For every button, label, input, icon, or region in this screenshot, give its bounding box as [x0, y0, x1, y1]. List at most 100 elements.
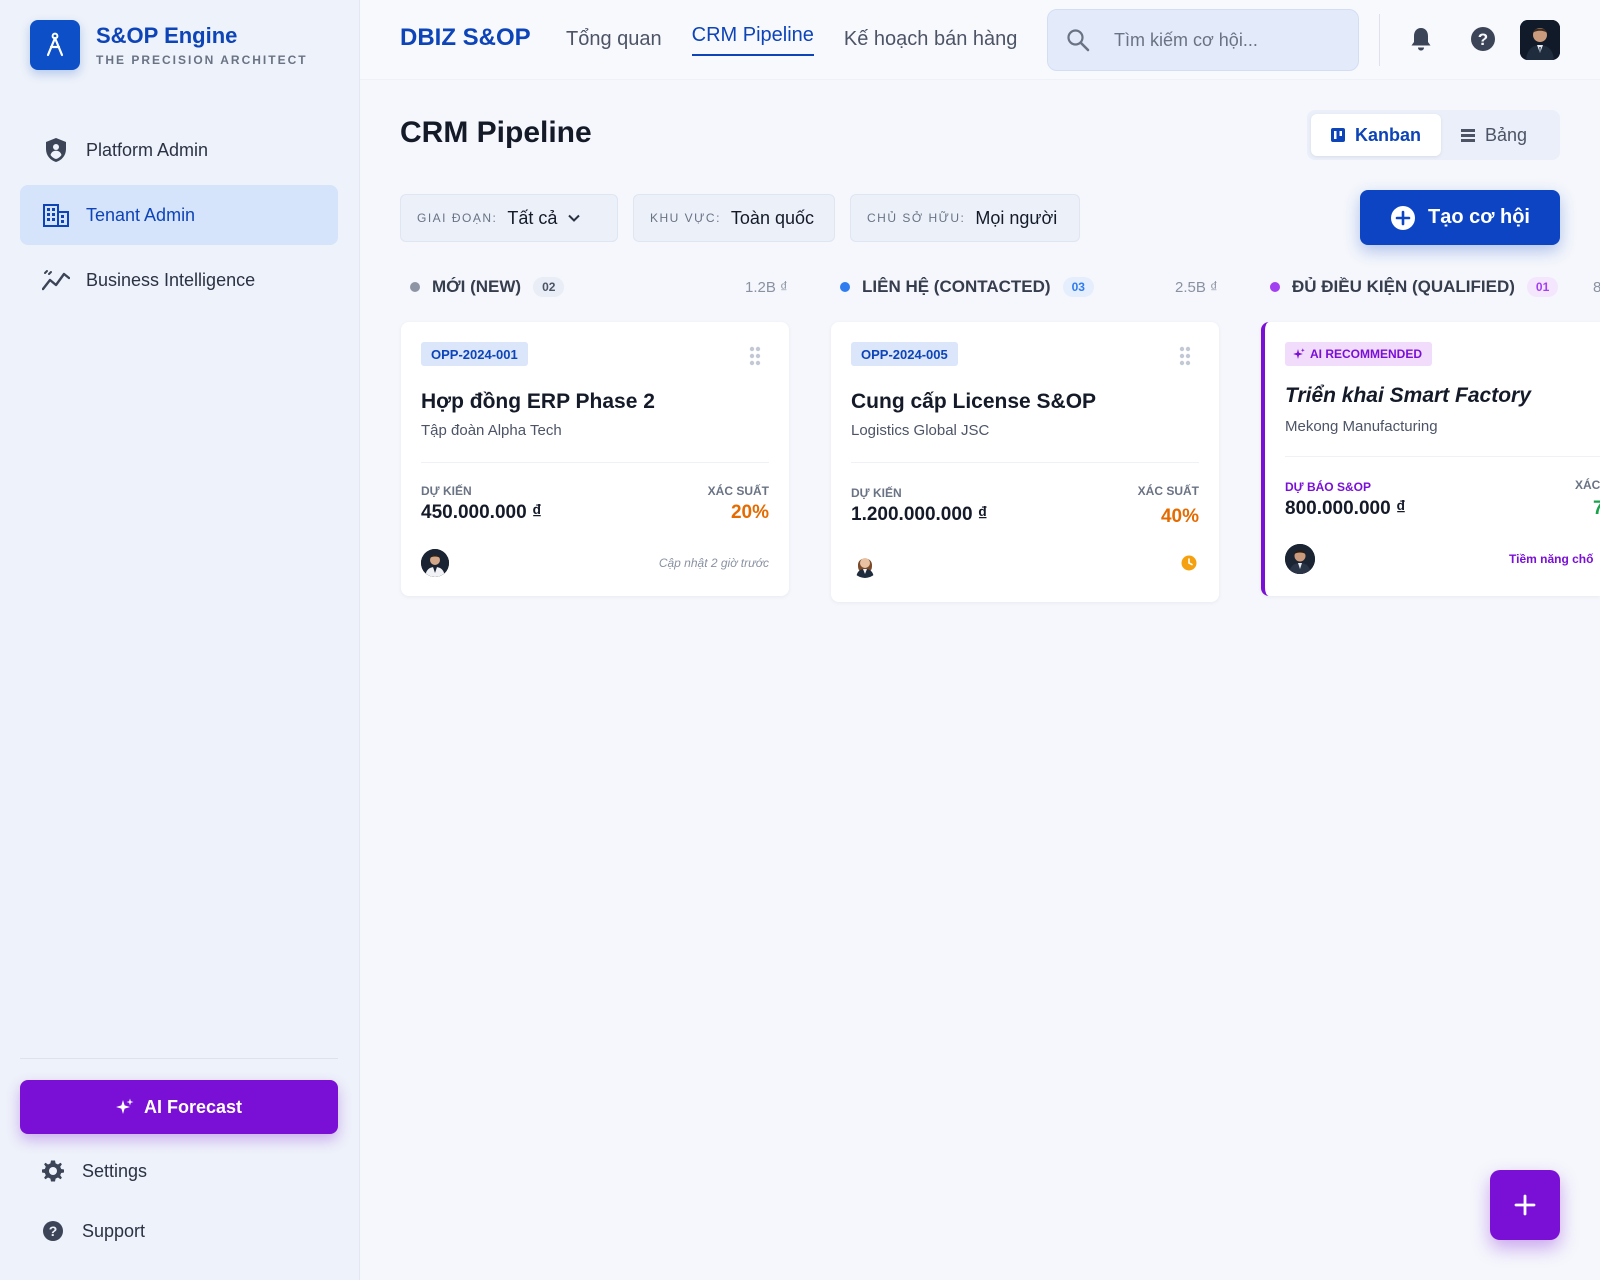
filter-stage[interactable]: GIAI ĐOẠN: Tất cả — [400, 194, 618, 242]
company-name: Mekong Manufacturing — [1285, 418, 1438, 435]
probability-label: XÁC SUẤT — [1137, 484, 1199, 498]
owner-avatar — [851, 550, 879, 578]
column-header-qualified: ĐỦ ĐIỀU KIỆN (QUALIFIED) 01 — [1270, 272, 1559, 302]
status-dot — [840, 282, 850, 292]
kanban-label: Kanban — [1355, 124, 1422, 145]
company-name: Logistics Global JSC — [851, 422, 990, 439]
potential-note: Tiềm năng chố — [1509, 552, 1594, 566]
card-divider — [1285, 456, 1600, 457]
brand-subtitle: THE PRECISION ARCHITECT — [96, 53, 308, 67]
opportunity-title: Cung cấp License S&OP — [851, 390, 1097, 413]
brand[interactable]: S&OP Engine THE PRECISION ARCHITECT — [30, 20, 308, 70]
column-header-contacted: LIÊN HỆ (CONTACTED) 03 — [840, 272, 1094, 302]
sidebar-item-business-intelligence[interactable]: Business Intelligence — [20, 250, 338, 310]
sidebar: S&OP Engine THE PRECISION ARCHITECT Plat… — [0, 0, 360, 1280]
probability-label: XÁC SUẤT — [707, 484, 769, 498]
filter-region-label: KHU VỰC: — [650, 211, 721, 225]
sparkle-icon — [115, 1098, 134, 1116]
clock-icon — [1181, 555, 1197, 571]
filter-region-value: Toàn quốc — [730, 207, 814, 228]
building-icon — [42, 201, 70, 229]
column-total: 2.5B ₫ — [1175, 279, 1218, 296]
ai-forecast-button[interactable]: AI Forecast — [20, 1080, 338, 1134]
tab-overview[interactable]: Tổng quan — [566, 0, 662, 80]
support-label: Support — [82, 1220, 146, 1241]
amount-label: DỰ KIẾN — [851, 486, 902, 500]
opportunity-card-ai[interactable]: AI RECOMMENDED Triển khai Smart Factory … — [1261, 322, 1600, 596]
sidebar-item-tenant-admin[interactable]: Tenant Admin — [20, 185, 338, 245]
opportunity-title: Triển khai Smart Factory — [1285, 384, 1531, 407]
help-icon[interactable]: ? — [1470, 26, 1496, 52]
probability-value: 40% — [1160, 506, 1199, 527]
column-title: ĐỦ ĐIỀU KIỆN (QUALIFIED) — [1292, 277, 1515, 296]
column-header-new: MỚI (NEW) 02 — [410, 272, 565, 302]
filter-owner[interactable]: CHỦ SỞ HỮU: Mọi người — [850, 194, 1080, 242]
ai-recommended-badge: AI RECOMMENDED — [1285, 342, 1433, 366]
kanban-view-button[interactable]: Kanban — [1311, 114, 1442, 156]
help-circle-icon: ? — [40, 1218, 66, 1244]
ai-forecast-label: AI Forecast — [143, 1096, 243, 1117]
filter-region[interactable]: KHU VỰC: Toàn quốc — [633, 194, 835, 242]
create-opportunity-button[interactable]: Tạo cơ hội — [1360, 190, 1560, 245]
card-divider — [421, 462, 769, 463]
brand-title: S&OP Engine — [96, 23, 238, 48]
probability-label: XÁC — [1575, 478, 1600, 492]
column-title: MỚI (NEW) — [432, 277, 522, 296]
kanban-icon — [1331, 128, 1345, 142]
filter-owner-label: CHỦ SỞ HỮU: — [867, 211, 966, 225]
search-box — [1047, 9, 1359, 71]
top-divider — [1379, 14, 1380, 66]
opportunity-id-tag: OPP-2024-005 — [851, 342, 958, 366]
column-total: 1.2B ₫ — [745, 279, 788, 296]
opportunity-title: Hợp đồng ERP Phase 2 — [421, 390, 655, 413]
column-title: LIÊN HỆ (CONTACTED) — [862, 277, 1051, 296]
filter-stage-label: GIAI ĐOẠN: — [417, 211, 498, 225]
drag-handle-icon[interactable] — [749, 346, 761, 366]
sidebar-divider — [20, 1058, 338, 1059]
support-link[interactable]: ? Support — [40, 1218, 145, 1244]
app-name[interactable]: DBIZ S&OP — [400, 24, 531, 52]
top-tabs: Tổng quan CRM Pipeline Kế hoạch bán hàng — [566, 0, 1047, 80]
opportunity-id-tag: OPP-2024-001 — [421, 342, 528, 366]
tab-crm-pipeline[interactable]: CRM Pipeline — [691, 0, 815, 80]
add-fab-button[interactable] — [1490, 1170, 1560, 1240]
svg-text:?: ? — [1478, 30, 1488, 49]
settings-link[interactable]: Settings — [40, 1158, 147, 1184]
status-dot — [410, 282, 420, 292]
sidebar-item-label: Business Intelligence — [86, 269, 256, 290]
owner-avatar — [1285, 544, 1315, 574]
expected-amount: 450.000.000 ₫ — [421, 502, 542, 523]
company-name: Tập đoàn Alpha Tech — [421, 422, 562, 439]
view-toggle: Kanban Bảng — [1307, 110, 1560, 160]
column-count-badge: 03 — [1062, 277, 1094, 297]
top-bar: DBIZ S&OP Tổng quan CRM Pipeline Kế hoạc… — [360, 0, 1600, 80]
notification-bell-icon[interactable] — [1410, 26, 1432, 52]
tab-sales-plan[interactable]: Kế hoạch bán hàng — [844, 0, 1018, 80]
forecast-label: DỰ BÁO S&OP — [1285, 480, 1371, 494]
opportunity-card[interactable]: OPP-2024-005 Cung cấp License S&OP Logis… — [831, 322, 1219, 602]
column-count-badge: 01 — [1526, 277, 1559, 297]
filter-owner-value: Mọi người — [975, 207, 1058, 228]
ai-recommended-label: AI RECOMMENDED — [1310, 347, 1423, 361]
filter-stage-value: Tất cả — [507, 207, 558, 228]
table-view-button[interactable]: Bảng — [1441, 114, 1547, 156]
expected-amount: 1.200.000.000 ₫ — [851, 504, 988, 525]
column-count-badge: 02 — [533, 277, 565, 297]
sparkle-icon — [1293, 348, 1305, 360]
svg-text:?: ? — [49, 1223, 58, 1239]
search-input[interactable] — [1114, 29, 1334, 51]
analytics-icon — [42, 266, 70, 294]
compass-icon — [30, 20, 80, 70]
column-total: 8 — [1593, 279, 1600, 296]
settings-label: Settings — [82, 1160, 148, 1181]
amount-label: DỰ KIẾN — [421, 484, 472, 498]
sidebar-item-label: Platform Admin — [86, 139, 209, 160]
user-avatar[interactable] — [1520, 20, 1560, 60]
sidebar-item-platform-admin[interactable]: Platform Admin — [20, 120, 338, 180]
last-updated: Cập nhật 2 giờ trước — [658, 556, 769, 570]
search-icon — [1066, 28, 1090, 52]
probability-value: 20% — [730, 502, 769, 523]
gear-icon — [40, 1158, 66, 1184]
opportunity-card[interactable]: OPP-2024-001 Hợp đồng ERP Phase 2 Tập đo… — [401, 322, 789, 596]
drag-handle-icon[interactable] — [1179, 346, 1191, 366]
